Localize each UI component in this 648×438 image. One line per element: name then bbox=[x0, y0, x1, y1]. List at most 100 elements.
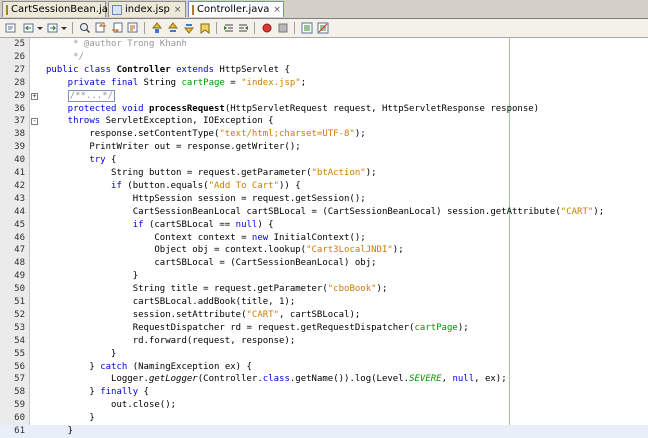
code-text: public class Controller extends HttpServ… bbox=[46, 64, 290, 77]
code-line[interactable]: 49 } bbox=[0, 270, 648, 283]
shift-right-icon[interactable] bbox=[182, 21, 196, 35]
tab-label: CartSessionBean.java bbox=[11, 4, 120, 15]
line-number: 46 bbox=[14, 232, 25, 243]
string-literal: "CART" bbox=[246, 309, 279, 320]
code-line[interactable]: 39 PrintWriter out = response.getWriter(… bbox=[0, 141, 648, 154]
code-line[interactable]: 60 } bbox=[0, 412, 648, 425]
collapse-fold-icon[interactable]: - bbox=[31, 118, 38, 126]
stop-macro-icon[interactable] bbox=[276, 21, 290, 35]
line-number: 61 bbox=[14, 426, 25, 436]
code-line[interactable]: 53 RequestDispatcher rd = request.getReq… bbox=[0, 322, 648, 335]
java-file-icon bbox=[6, 4, 8, 15]
code-line[interactable]: 41 String button = request.getParameter(… bbox=[0, 167, 648, 180]
toolbar-separator bbox=[216, 22, 217, 34]
close-icon[interactable]: × bbox=[174, 5, 182, 15]
tab-cartsessionbean[interactable]: CartSessionBean.java × bbox=[2, 1, 131, 17]
java-file-icon bbox=[192, 4, 194, 15]
code-token: response.setContentType( bbox=[46, 129, 220, 140]
find-selection-icon[interactable] bbox=[126, 21, 140, 35]
find-previous-icon[interactable] bbox=[94, 21, 108, 35]
last-edit-icon[interactable] bbox=[4, 21, 18, 35]
code-token: ); bbox=[392, 245, 404, 256]
code-line[interactable]: 61 } bbox=[0, 425, 648, 438]
code-text: private final String cartPage = "index.j… bbox=[46, 77, 306, 90]
toggle-highlight-icon[interactable] bbox=[150, 21, 164, 35]
chevron-down-icon[interactable] bbox=[60, 21, 68, 35]
forward-icon[interactable] bbox=[46, 21, 60, 35]
code-line[interactable]: 38 response.setContentType("text/html;ch… bbox=[0, 128, 648, 141]
code-line[interactable]: 44 CartSessionBeanLocal cartSBLocal = (C… bbox=[0, 206, 648, 219]
shift-line-right-icon[interactable] bbox=[236, 21, 250, 35]
code-token: HttpServlet { bbox=[219, 64, 290, 75]
code-line[interactable]: 56 } catch (NamingException ex) { bbox=[0, 361, 648, 374]
string-literal: "Cart3LocalJNDI" bbox=[306, 245, 393, 256]
shift-left-icon[interactable] bbox=[166, 21, 180, 35]
expand-fold-icon[interactable]: + bbox=[31, 92, 38, 100]
line-number: 57 bbox=[14, 374, 25, 385]
line-number: 60 bbox=[14, 413, 25, 424]
code-line[interactable]: 54 rd.forward(request, response); bbox=[0, 335, 648, 348]
code-line[interactable]: 43 HttpSession session = request.getSess… bbox=[0, 193, 648, 206]
code-line[interactable]: 55 } bbox=[0, 348, 648, 361]
code-token: , cartSBLocal); bbox=[279, 309, 361, 320]
comment: /**...*/ bbox=[67, 89, 116, 102]
line-number: 43 bbox=[14, 193, 25, 204]
code-line[interactable]: 46 Context context = new InitialContext(… bbox=[0, 232, 648, 245]
code-token: cartSBLocal.addBook(title, 1); bbox=[46, 297, 296, 307]
code-line[interactable]: 45 if (cartSBLocal == null) { bbox=[0, 219, 648, 232]
shift-line-left-icon[interactable] bbox=[222, 21, 236, 35]
code-line[interactable]: 28 private final String cartPage = "inde… bbox=[0, 77, 648, 90]
toolbar-separator bbox=[72, 22, 73, 34]
code-line[interactable]: 40 try { bbox=[0, 154, 648, 167]
code-line[interactable]: 29 + /**...*/ bbox=[0, 89, 648, 103]
keyword: throws bbox=[46, 116, 106, 127]
code-token: (NamingException ex) { bbox=[132, 361, 252, 372]
comment-icon[interactable] bbox=[300, 21, 314, 35]
code-token: ); bbox=[354, 129, 366, 140]
code-line[interactable]: 36 protected void processRequest(HttpSer… bbox=[0, 103, 648, 116]
code-text: HttpSession session = request.getSession… bbox=[46, 193, 366, 206]
line-number: 29 bbox=[14, 90, 25, 101]
comment: * @author Trong Khanh bbox=[46, 39, 187, 49]
code-token: ); bbox=[376, 284, 388, 295]
code-token: (Controller. bbox=[197, 374, 263, 385]
code-text: String button = request.getParameter("bt… bbox=[46, 167, 377, 180]
code-text: /**...*/ bbox=[46, 89, 116, 103]
line-number: 42 bbox=[14, 180, 25, 191]
tab-controller-java[interactable]: Controller.java × bbox=[188, 1, 284, 17]
code-line[interactable]: 51 cartSBLocal.addBook(title, 1); bbox=[0, 296, 648, 309]
toggle-bookmark-icon[interactable] bbox=[198, 21, 212, 35]
keyword: finally bbox=[100, 387, 144, 398]
code-editor[interactable]: 25 * @author Trong Khanh 26 */27 public cl… bbox=[0, 38, 648, 438]
code-line[interactable]: 48 cartSBLocal = (CartSessionBeanLocal) … bbox=[0, 257, 648, 270]
code-token: ServletException, IOException { bbox=[105, 116, 274, 127]
code-line[interactable]: 50 String title = request.getParameter("… bbox=[0, 283, 648, 296]
code-line[interactable]: 47 Object obj = context.lookup("Cart3Loc… bbox=[0, 244, 648, 257]
code-line[interactable]: 25 * @author Trong Khanh bbox=[0, 38, 648, 51]
code-line[interactable]: 52 session.setAttribute("CART", cartSBLo… bbox=[0, 309, 648, 322]
find-next-icon[interactable] bbox=[110, 21, 124, 35]
keyword: new bbox=[251, 232, 274, 243]
code-line[interactable]: 57 Logger.getLogger(Controller.class.get… bbox=[0, 373, 648, 386]
tab-index-jsp[interactable]: index.jsp × bbox=[108, 1, 186, 17]
line-number: 40 bbox=[14, 155, 25, 166]
code-token: Context context = bbox=[46, 232, 252, 243]
record-macro-icon[interactable] bbox=[260, 21, 274, 35]
code-token: } bbox=[46, 426, 74, 436]
chevron-down-icon[interactable] bbox=[36, 21, 44, 35]
code-line[interactable]: 59 out.close(); bbox=[0, 399, 648, 412]
string-literal: "btAction" bbox=[311, 168, 366, 178]
close-icon[interactable]: × bbox=[273, 5, 281, 15]
code-token: , bbox=[441, 374, 453, 385]
uncomment-icon[interactable] bbox=[316, 21, 330, 35]
code-line[interactable]: 42 if (button.equals("Add To Cart")) { bbox=[0, 180, 648, 193]
code-line[interactable]: 58 } finally { bbox=[0, 386, 648, 399]
code-text: cartSBLocal = (CartSessionBeanLocal) obj… bbox=[46, 257, 376, 270]
code-line[interactable]: 37- throws ServletException, IOException… bbox=[0, 115, 648, 128]
code-line[interactable]: 26 */ bbox=[0, 51, 648, 64]
string-literal: "text/html;charset=UTF-8" bbox=[219, 129, 355, 140]
back-icon[interactable] bbox=[22, 21, 36, 35]
code-token: } bbox=[46, 271, 139, 282]
code-line[interactable]: 27 public class Controller extends HttpSe… bbox=[0, 64, 648, 77]
find-icon[interactable] bbox=[78, 21, 92, 35]
